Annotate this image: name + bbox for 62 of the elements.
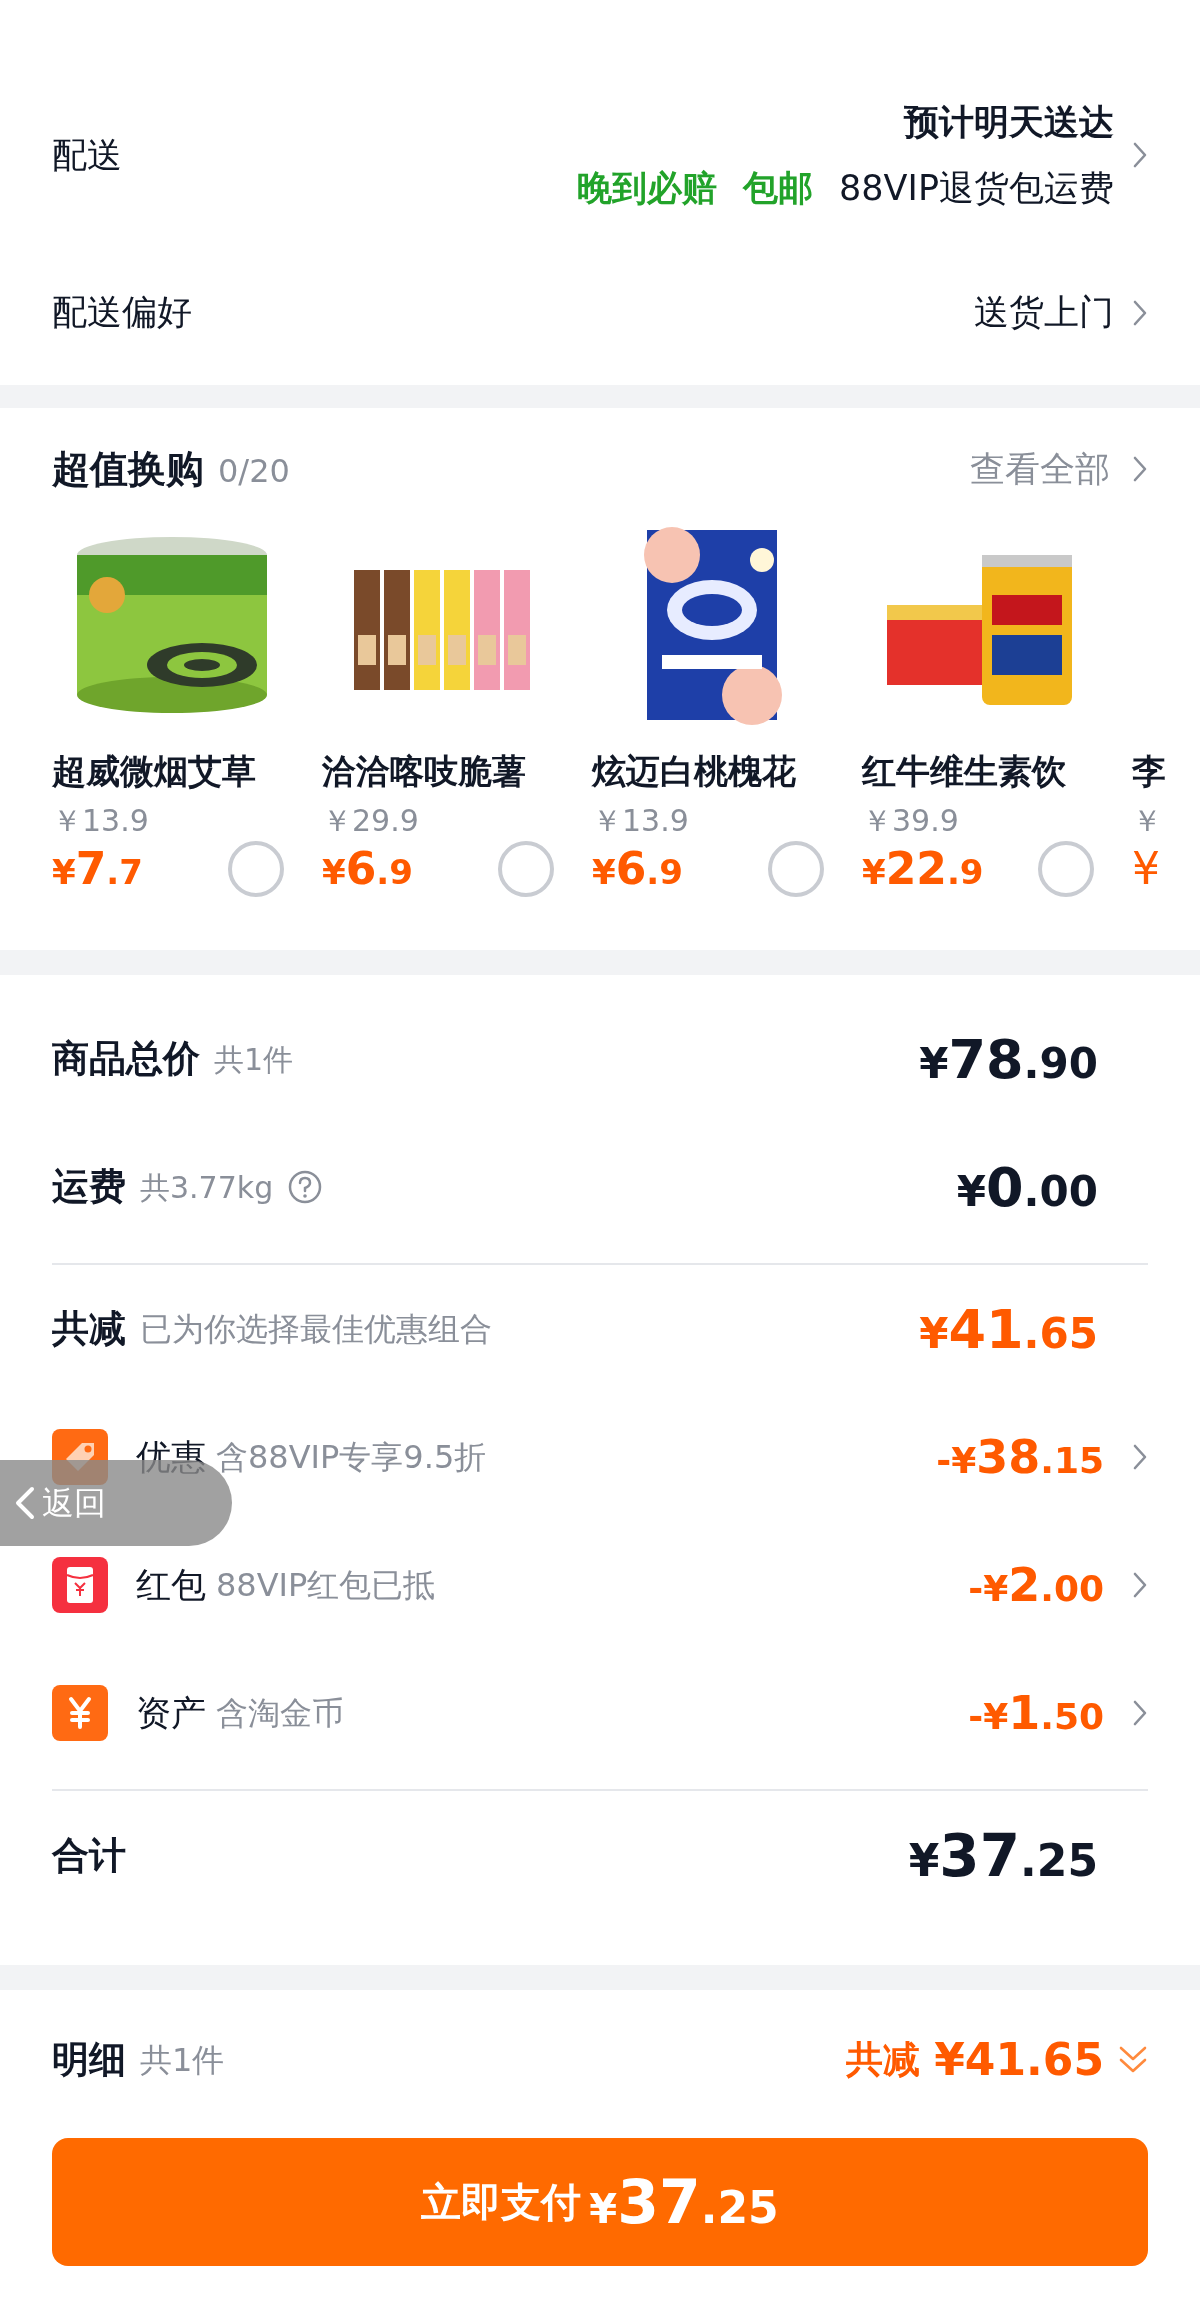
product-name: 李 (1132, 750, 1167, 793)
sale-price: ¥22.9 (862, 842, 984, 896)
sale-price: ¥ (1132, 842, 1161, 896)
original-price: ￥29.9 (322, 802, 419, 840)
chevron-right-icon (1132, 1571, 1148, 1599)
discount-amount: -¥2.00 (968, 1556, 1104, 1614)
trade-in-title: 超值换购 (52, 445, 204, 493)
chevron-right-icon (1132, 455, 1148, 483)
original-price: ￥13.9 (592, 802, 689, 840)
chevron-right-icon (1132, 1699, 1148, 1727)
footer-savings-amount: ¥41.65 (934, 2033, 1104, 2087)
summary-amount: ¥78.90 (919, 1026, 1098, 1093)
delivery-label: 配送 (52, 133, 122, 177)
delivery-tag: 晚到必赔 (577, 162, 718, 215)
savings-note: 已为你选择最佳优惠组合 (140, 1309, 492, 1350)
summary-label: 运费 (52, 1164, 126, 1211)
original-price: ￥13.9 (52, 802, 149, 840)
sale-price: ¥7.7 (52, 842, 144, 896)
product-name: 超威微烟艾草 (52, 750, 257, 793)
sale-price: ¥6.9 (322, 842, 414, 896)
pay-button[interactable]: 立即支付 ¥37.25 (52, 2138, 1148, 2266)
summary-note: 共1件 (214, 1040, 294, 1079)
summary-note: 共3.77kg (140, 1168, 274, 1207)
sale-price: ¥6.9 (592, 842, 684, 896)
chevron-right-icon (1132, 1443, 1148, 1471)
detail-count: 共1件 (140, 2040, 225, 2081)
delivery-tag: 88VIP退货包运费 (839, 162, 1114, 215)
summary-label: 商品总价 (52, 1036, 200, 1083)
chevron-right-icon (1132, 298, 1148, 327)
view-all-link[interactable]: 查看全部 (970, 442, 1110, 496)
product-name: 炫迈白桃槐花 (592, 750, 797, 793)
detail-label: 明细 (52, 2037, 126, 2084)
discount-amount: -¥1.50 (968, 1684, 1104, 1742)
delivery-estimate: 预计明天送达 (904, 100, 1114, 144)
help-icon[interactable] (287, 1169, 324, 1205)
summary-amount: ¥0.00 (956, 1154, 1098, 1221)
product-name: 红牛维生素饮 (862, 750, 1067, 793)
discount-note: 88VIP红包已抵 (216, 1565, 436, 1606)
total-amount: ¥37.25 (908, 1820, 1098, 1892)
preference-label: 配送偏好 (52, 291, 192, 335)
select-radio[interactable] (498, 841, 554, 897)
discount-note: 含淘金币 (216, 1693, 344, 1734)
chevron-right-icon (1132, 141, 1148, 169)
footer-savings-label: 共减 (846, 2037, 921, 2084)
discount-amount: -¥38.15 (936, 1428, 1104, 1486)
select-radio[interactable] (1038, 841, 1094, 897)
envelope-icon (52, 1557, 108, 1613)
product-name: 洽洽喀吱脆薯 (322, 750, 527, 793)
select-radio[interactable] (768, 841, 824, 897)
savings-amount: ¥41.65 (919, 1296, 1098, 1363)
yen-icon (52, 1685, 108, 1741)
discount-label: 红包 (136, 1563, 206, 1607)
chevron-left-icon (14, 1485, 36, 1521)
discount-label: 资产 (136, 1691, 206, 1735)
original-price: ￥ (1132, 802, 1162, 840)
savings-label: 共减 (52, 1306, 126, 1353)
total-label: 合计 (52, 1833, 126, 1880)
trade-in-count: 0/20 (218, 450, 290, 492)
original-price: ￥39.9 (862, 802, 960, 840)
select-radio[interactable] (228, 841, 284, 897)
delivery-tag: 包邮 (743, 162, 814, 215)
preference-value[interactable]: 送货上门 (974, 286, 1114, 339)
